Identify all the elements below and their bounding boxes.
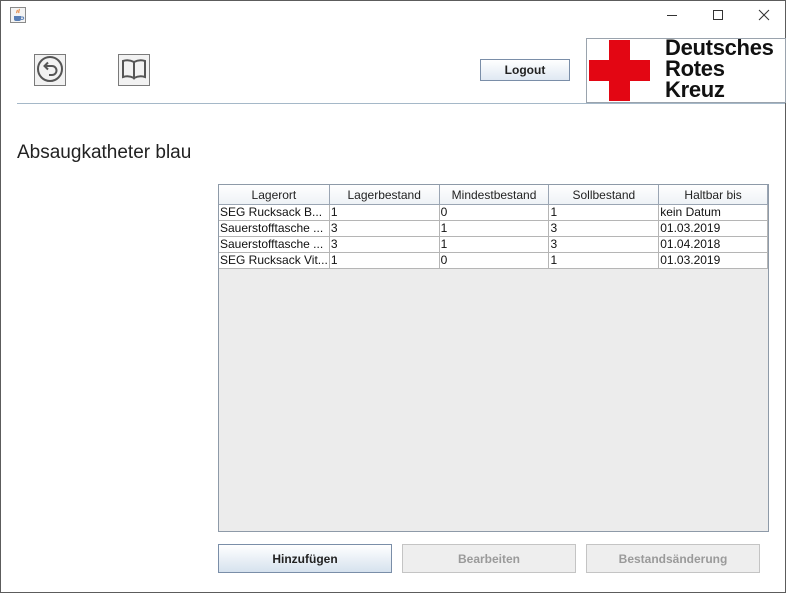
close-button[interactable] [741,1,786,31]
table-row[interactable]: SEG Rucksack Vit... 1 0 1 01.03.2019 [219,252,768,269]
table-cell: 1 [439,220,550,237]
table-cell: 3 [329,220,440,237]
column-header-lagerort[interactable]: Lagerort [219,185,330,205]
app-window: Logout Deutsches Rotes Kreuz Absaugkathe… [0,0,786,593]
manual-button[interactable] [118,54,150,86]
table-cell: 1 [329,252,440,269]
table-cell: 3 [548,236,660,253]
maximize-icon [712,9,724,24]
header-separator [17,103,785,104]
inventory-table[interactable]: Lagerort Lagerbestand Mindestbestand Sol… [219,185,768,269]
table-cell: Sauerstofftasche ... [219,236,330,253]
add-button[interactable]: Hinzufügen [218,544,392,573]
back-button[interactable] [34,54,66,86]
column-header-mindestbestand[interactable]: Mindestbestand [439,185,550,205]
table-cell: 3 [329,236,440,253]
title-bar [1,1,785,31]
table-cell: SEG Rucksack B... [219,204,330,221]
minimize-button[interactable] [649,1,694,31]
red-cross-icon [589,40,650,101]
column-header-lagerbestand[interactable]: Lagerbestand [329,185,440,205]
logo-line: Kreuz [665,77,725,102]
column-header-haltbar-bis[interactable]: Haltbar bis [658,185,768,205]
stock-change-button[interactable]: Bestandsänderung [586,544,760,573]
maximize-button[interactable] [695,1,740,31]
drk-logo: Deutsches Rotes Kreuz [586,35,786,103]
table-cell: 0 [439,252,550,269]
table-row[interactable]: Sauerstofftasche ... 3 1 3 01.03.2019 [219,220,768,237]
table-cell: Sauerstofftasche ... [219,220,330,237]
table-header-row: Lagerort Lagerbestand Mindestbestand Sol… [219,185,768,205]
minimize-icon [666,9,678,24]
table-cell: 01.03.2019 [658,220,768,237]
table-row[interactable]: Sauerstofftasche ... 3 1 3 01.04.2018 [219,236,768,253]
logo-line: Rotes [665,56,725,81]
table-cell: 1 [329,204,440,221]
open-book-icon [120,57,148,84]
close-icon [758,9,770,24]
table-cell: 01.04.2018 [658,236,768,253]
java-cup-icon [10,7,26,23]
table-cell: 1 [439,236,550,253]
logo-wordmark: Deutsches Rotes Kreuz [665,35,774,102]
table-cell: 3 [548,220,660,237]
table-cell: 01.03.2019 [658,252,768,269]
edit-button[interactable]: Bearbeiten [402,544,576,573]
logo-line: Deutsches [665,35,774,60]
table-cell: 1 [548,252,660,269]
table-cell: kein Datum [658,204,768,221]
logout-button[interactable]: Logout [480,59,570,81]
back-arrow-icon [36,55,64,86]
table-cell: SEG Rucksack Vit... [219,252,330,269]
table-cell: 0 [439,204,550,221]
page-title: Absaugkatheter blau [17,142,192,163]
table-cell: 1 [548,204,660,221]
inventory-table-panel[interactable]: Lagerort Lagerbestand Mindestbestand Sol… [218,184,769,532]
table-row[interactable]: SEG Rucksack B... 1 0 1 kein Datum [219,204,768,221]
column-header-sollbestand[interactable]: Sollbestand [548,185,660,205]
